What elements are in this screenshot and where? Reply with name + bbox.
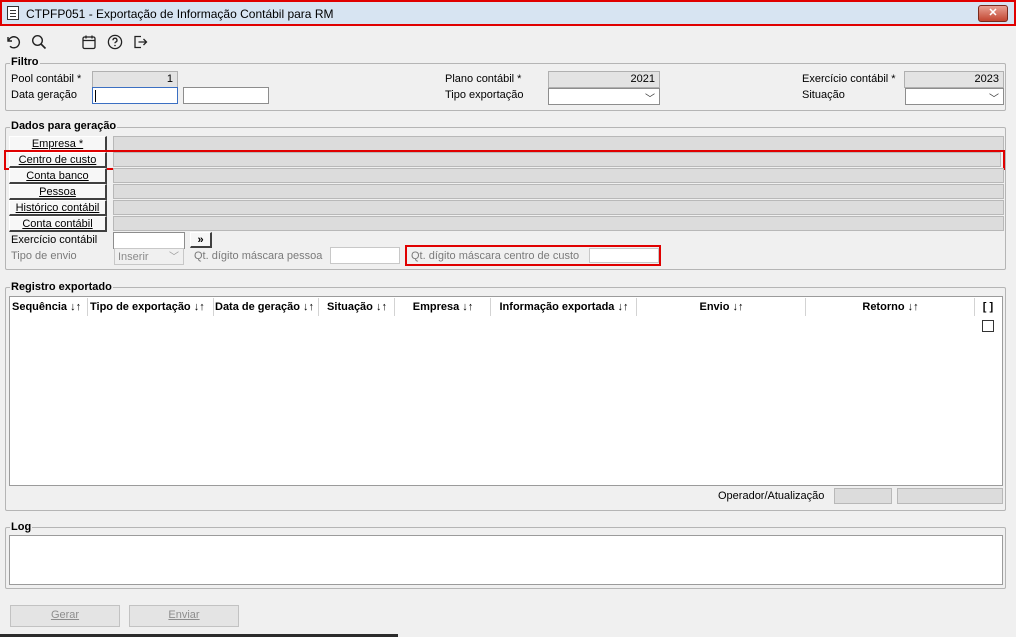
data-geracao-from-input[interactable] (92, 87, 178, 104)
pool-field[interactable]: 1 (92, 71, 178, 88)
col-situacao[interactable]: Situação ↓↑ (320, 298, 395, 316)
mascara-pessoa-input (330, 247, 400, 264)
chevron-down-icon: ﹀ (989, 94, 999, 105)
log-legend: Log (10, 521, 33, 533)
pessoa-field[interactable] (113, 184, 1004, 199)
exercicio-contabil-label: Exercício contábil (11, 234, 98, 246)
log-textarea[interactable] (9, 535, 1003, 585)
data-geracao-label: Data geração (11, 89, 78, 101)
mascara-cc-input (589, 248, 659, 263)
gerar-label: Gerar (50, 609, 80, 621)
conta-contabil-field[interactable] (113, 216, 1004, 231)
historico-field[interactable] (113, 200, 1004, 215)
col-sequencia[interactable]: Sequência ↓↑ (12, 298, 88, 316)
plano-field[interactable]: 2021 (548, 71, 660, 88)
col-envio[interactable]: Envio ↓↑ (638, 298, 806, 316)
enviar-label: Enviar (168, 609, 200, 621)
row-checkbox[interactable] (982, 320, 994, 332)
dados-legend: Dados para geração (10, 120, 118, 132)
exit-icon[interactable] (131, 33, 149, 51)
enviar-button: Enviar (129, 605, 239, 627)
registro-table[interactable]: Sequência ↓↑ Tipo de exportação ↓↑ Data … (9, 296, 1003, 486)
atualizacao-field (897, 488, 1003, 504)
operador-field (834, 488, 892, 504)
centro-custo-lookup-button[interactable]: Centro de custo (9, 152, 107, 168)
col-tipo-exportacao[interactable]: Tipo de exportação ↓↑ (90, 298, 214, 316)
conta-banco-field[interactable] (113, 168, 1004, 183)
search-icon[interactable] (30, 33, 48, 51)
empresa-field[interactable] (113, 136, 1004, 151)
tipo-envio-label: Tipo de envio (11, 250, 77, 262)
next-button[interactable]: » (190, 232, 212, 248)
exercicio-contabil-input[interactable] (113, 232, 185, 249)
close-button[interactable]: ✕ (978, 5, 1008, 22)
gerar-button: Gerar (10, 605, 120, 627)
help-icon[interactable] (106, 33, 124, 51)
pessoa-lookup-button[interactable]: Pessoa (9, 184, 107, 200)
exercicio-field[interactable]: 2023 (904, 71, 1004, 88)
col-data-geracao[interactable]: Data de geração ↓↑ (215, 298, 319, 316)
situacao-select[interactable]: ﹀ (905, 88, 1004, 105)
col-informacao-exportada[interactable]: Informação exportada ↓↑ (492, 298, 637, 316)
col-empresa[interactable]: Empresa ↓↑ (396, 298, 491, 316)
centro-custo-field[interactable] (113, 152, 1001, 167)
data-geracao-to-input[interactable] (183, 87, 269, 104)
filtro-legend: Filtro (10, 56, 40, 68)
plano-label: Plano contábil * (445, 73, 522, 85)
window-title: CTPFP051 - Exportação de Informação Cont… (26, 7, 334, 21)
col-retorno[interactable]: Retorno ↓↑ (807, 298, 975, 316)
conta-banco-lookup-button[interactable]: Conta banco (9, 168, 107, 184)
window-title-bar: CTPFP051 - Exportação de Informação Cont… (0, 0, 1016, 26)
text-caret (95, 90, 96, 102)
tipo-exportacao-select[interactable]: ﹀ (548, 88, 660, 105)
chevron-down-icon: ﹀ (645, 94, 655, 105)
registro-legend: Registro exportado (10, 281, 113, 293)
conta-contabil-lookup-button[interactable]: Conta contábil (9, 216, 107, 232)
chevron-down-icon: ﹀ (169, 252, 179, 263)
mascara-cc-label: Qt. dígito máscara centro de custo (411, 250, 580, 262)
undo-icon[interactable] (4, 33, 22, 51)
tipo-envio-select: Inserir ﹀ (114, 248, 184, 265)
tipo-exportacao-label: Tipo exportação (445, 89, 524, 101)
col-select-all[interactable]: [ ] (976, 298, 1000, 316)
historico-lookup-button[interactable]: Histórico contábil (9, 200, 107, 216)
document-icon (7, 6, 19, 20)
situacao-label: Situação (802, 89, 845, 101)
mascara-pessoa-label: Qt. dígito máscara pessoa (194, 250, 323, 262)
pool-label: Pool contábil * (11, 73, 82, 85)
tipo-envio-value: Inserir (118, 251, 149, 263)
exercicio-label: Exercício contábil * (802, 73, 896, 85)
calendar-icon[interactable] (80, 33, 98, 51)
operador-label: Operador/Atualização (718, 490, 825, 502)
